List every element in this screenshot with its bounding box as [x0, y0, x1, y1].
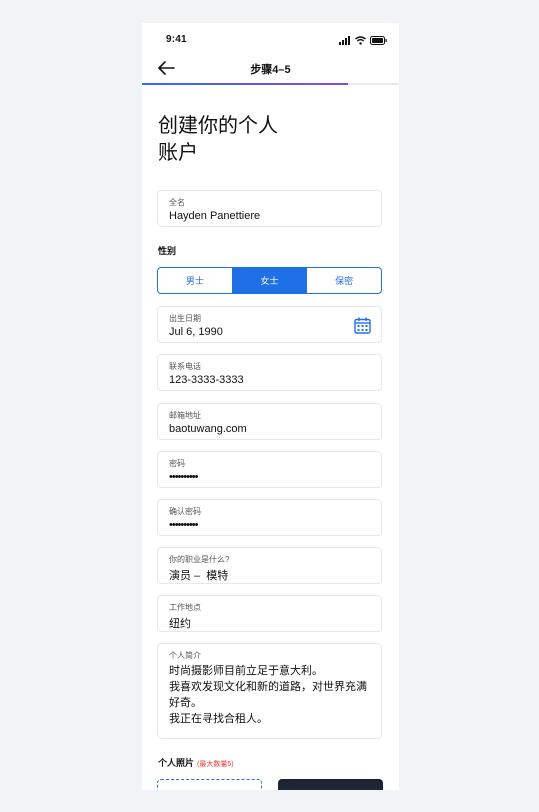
email-label: 邮箱地址	[169, 411, 201, 420]
full-name-value[interactable]: Hayden Panettiere	[169, 210, 260, 222]
gender-selector[interactable]: 男士 女士 保密	[157, 267, 382, 294]
gender-option-female[interactable]: 女士	[232, 268, 308, 293]
confirm-password-value[interactable]: ••••••••••	[169, 519, 198, 531]
status-icons	[339, 35, 387, 45]
occupation-label: 你的职业是什么?	[169, 555, 230, 564]
battery-icon	[370, 35, 387, 45]
occupation-value[interactable]: 演员 – 模特	[169, 567, 228, 583]
page-title-line2: 账户	[158, 142, 198, 164]
bio-text[interactable]: 时尚摄影师目前立足于意大利。 我喜欢发现文化和新的道路，对世界充满 好奇。 我正…	[169, 663, 379, 727]
birthday-value[interactable]: Jul 6, 1990	[169, 326, 223, 338]
email-value[interactable]: baotuwang.com	[169, 423, 247, 435]
photos-section-title: 个人照片 (最大数量5)	[158, 756, 234, 769]
phone-field[interactable]: 联系电话 123-3333-3333	[157, 354, 382, 391]
photos-limit-hint: (最大数量5)	[197, 761, 234, 768]
signal-icon	[339, 35, 350, 45]
photo-thumbnail[interactable]	[278, 779, 383, 790]
confirm-password-field[interactable]: 确认密码 ••••••••••	[157, 499, 382, 536]
phone-screen: 9:41 步骤4–5 创建你的个人 账户 全名 Hayden Panettier…	[142, 23, 399, 790]
location-label: 工作地点	[169, 603, 201, 612]
birthday-field[interactable]: 出生日期 Jul 6, 1990	[157, 306, 382, 343]
status-time: 9:41	[166, 34, 187, 45]
bio-line: 我喜欢发现文化和新的道路，对世界充满	[169, 681, 367, 693]
bio-line: 我正在寻找合租人。	[169, 713, 268, 725]
status-bar: 9:41	[142, 23, 399, 53]
confirm-password-label: 确认密码	[169, 507, 201, 516]
phone-value[interactable]: 123-3333-3333	[169, 374, 244, 386]
wifi-icon	[355, 35, 366, 45]
bio-line: 时尚摄影师目前立足于意大利。	[169, 665, 323, 677]
gender-label: 性别	[158, 246, 177, 256]
photos-label: 个人照片	[158, 758, 195, 768]
add-photo-slot[interactable]	[157, 779, 262, 790]
progress-bar	[142, 83, 399, 85]
progress-fill	[142, 83, 348, 85]
password-value[interactable]: ••••••••••	[169, 471, 198, 483]
phone-label: 联系电话	[169, 362, 201, 371]
calendar-icon[interactable]	[354, 317, 371, 334]
occupation-field[interactable]: 你的职业是什么? 演员 – 模特	[157, 547, 382, 584]
password-label: 密码	[169, 459, 185, 468]
step-title: 步骤4–5	[250, 64, 291, 76]
location-value[interactable]: 纽约	[169, 615, 191, 631]
gender-option-private[interactable]: 保密	[307, 268, 381, 293]
page-title: 创建你的个人 账户	[158, 113, 358, 167]
location-field[interactable]: 工作地点 纽约	[157, 595, 382, 632]
full-name-field[interactable]: 全名 Hayden Panettiere	[157, 190, 382, 227]
gender-option-male[interactable]: 男士	[158, 268, 233, 293]
birthday-label: 出生日期	[169, 314, 201, 323]
nav-bar: 步骤4–5	[142, 53, 399, 85]
bio-label: 个人简介	[169, 651, 201, 660]
email-field[interactable]: 邮箱地址 baotuwang.com	[157, 403, 382, 440]
page-title-line1: 创建你的个人	[158, 115, 278, 137]
password-field[interactable]: 密码 ••••••••••	[157, 451, 382, 488]
bio-line: 好奇。	[169, 697, 202, 709]
full-name-label: 全名	[169, 198, 185, 207]
bio-field[interactable]: 个人简介 时尚摄影师目前立足于意大利。 我喜欢发现文化和新的道路，对世界充满 好…	[157, 643, 382, 739]
